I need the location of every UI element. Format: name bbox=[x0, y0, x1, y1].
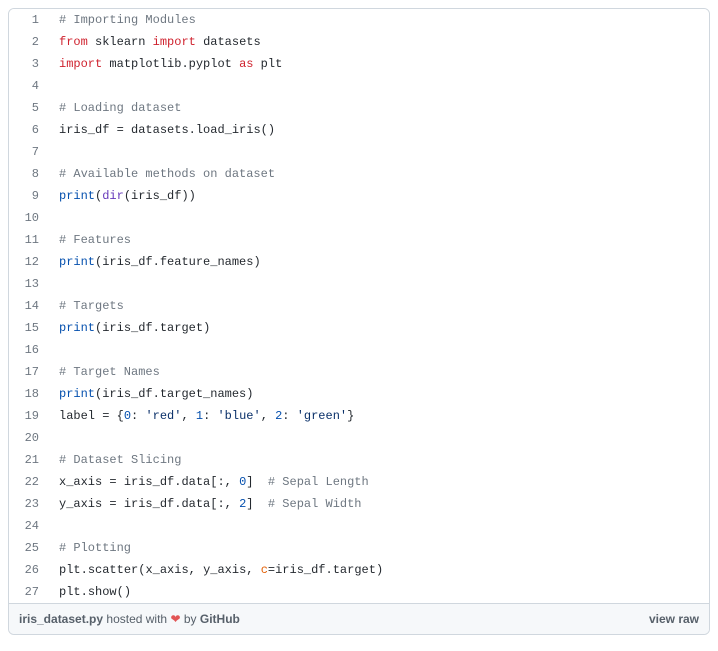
line-number[interactable]: 15 bbox=[9, 317, 49, 339]
line-content bbox=[49, 339, 709, 361]
line-number[interactable]: 12 bbox=[9, 251, 49, 273]
line-number[interactable]: 9 bbox=[9, 185, 49, 207]
line-content: plt.scatter(x_axis, y_axis, c=iris_df.ta… bbox=[49, 559, 709, 581]
line-number[interactable]: 4 bbox=[9, 75, 49, 97]
line-content: # Importing Modules bbox=[49, 9, 709, 31]
hosted-text: hosted with bbox=[106, 612, 170, 626]
line-content bbox=[49, 207, 709, 229]
code-line: 14# Targets bbox=[9, 295, 709, 317]
line-number[interactable]: 24 bbox=[9, 515, 49, 537]
line-number[interactable]: 8 bbox=[9, 163, 49, 185]
line-number[interactable]: 23 bbox=[9, 493, 49, 515]
line-content: # Loading dataset bbox=[49, 97, 709, 119]
view-raw-link[interactable]: view raw bbox=[649, 612, 699, 626]
footer-left: iris_dataset.py hosted with ❤ by GitHub bbox=[19, 612, 240, 626]
code-line: 23y_axis = iris_df.data[:, 2] # Sepal Wi… bbox=[9, 493, 709, 515]
code-line: 22x_axis = iris_df.data[:, 0] # Sepal Le… bbox=[9, 471, 709, 493]
line-content: x_axis = iris_df.data[:, 0] # Sepal Leng… bbox=[49, 471, 709, 493]
line-content: label = {0: 'red', 1: 'blue', 2: 'green'… bbox=[49, 405, 709, 427]
code-line: 18print(iris_df.target_names) bbox=[9, 383, 709, 405]
line-content bbox=[49, 515, 709, 537]
code-line: 21# Dataset Slicing bbox=[9, 449, 709, 471]
line-number[interactable]: 27 bbox=[9, 581, 49, 603]
code-line: 1# Importing Modules bbox=[9, 9, 709, 31]
line-content: # Available methods on dataset bbox=[49, 163, 709, 185]
line-content: import matplotlib.pyplot as plt bbox=[49, 53, 709, 75]
line-content: # Targets bbox=[49, 295, 709, 317]
line-number[interactable]: 10 bbox=[9, 207, 49, 229]
line-number[interactable]: 2 bbox=[9, 31, 49, 53]
line-content: print(dir(iris_df)) bbox=[49, 185, 709, 207]
line-number[interactable]: 26 bbox=[9, 559, 49, 581]
line-number[interactable]: 3 bbox=[9, 53, 49, 75]
line-content bbox=[49, 75, 709, 97]
gist-footer: iris_dataset.py hosted with ❤ by GitHub … bbox=[9, 603, 709, 634]
by-text: by bbox=[184, 612, 200, 626]
line-content: # Target Names bbox=[49, 361, 709, 383]
line-content: plt.show() bbox=[49, 581, 709, 603]
github-link[interactable]: GitHub bbox=[200, 612, 240, 626]
line-number[interactable]: 20 bbox=[9, 427, 49, 449]
line-content: print(iris_df.feature_names) bbox=[49, 251, 709, 273]
code-line: 26plt.scatter(x_axis, y_axis, c=iris_df.… bbox=[9, 559, 709, 581]
line-number[interactable]: 17 bbox=[9, 361, 49, 383]
line-content bbox=[49, 141, 709, 163]
line-content bbox=[49, 273, 709, 295]
line-content: print(iris_df.target_names) bbox=[49, 383, 709, 405]
code-line: 4 bbox=[9, 75, 709, 97]
code-line: 5# Loading dataset bbox=[9, 97, 709, 119]
line-number[interactable]: 19 bbox=[9, 405, 49, 427]
line-number[interactable]: 5 bbox=[9, 97, 49, 119]
line-number[interactable]: 22 bbox=[9, 471, 49, 493]
line-content: # Features bbox=[49, 229, 709, 251]
line-content: from sklearn import datasets bbox=[49, 31, 709, 53]
code-line: 17# Target Names bbox=[9, 361, 709, 383]
line-content bbox=[49, 427, 709, 449]
line-number[interactable]: 25 bbox=[9, 537, 49, 559]
line-number[interactable]: 6 bbox=[9, 119, 49, 141]
code-line: 2from sklearn import datasets bbox=[9, 31, 709, 53]
code-line: 8# Available methods on dataset bbox=[9, 163, 709, 185]
filename-link[interactable]: iris_dataset.py bbox=[19, 612, 103, 626]
code-line: 3import matplotlib.pyplot as plt bbox=[9, 53, 709, 75]
line-content: y_axis = iris_df.data[:, 2] # Sepal Widt… bbox=[49, 493, 709, 515]
line-number[interactable]: 13 bbox=[9, 273, 49, 295]
code-line: 16 bbox=[9, 339, 709, 361]
code-line: 6iris_df = datasets.load_iris() bbox=[9, 119, 709, 141]
code-line: 20 bbox=[9, 427, 709, 449]
line-number[interactable]: 16 bbox=[9, 339, 49, 361]
code-table: 1# Importing Modules2from sklearn import… bbox=[9, 9, 709, 603]
line-number[interactable]: 18 bbox=[9, 383, 49, 405]
line-content: print(iris_df.target) bbox=[49, 317, 709, 339]
code-line: 7 bbox=[9, 141, 709, 163]
line-number[interactable]: 11 bbox=[9, 229, 49, 251]
code-line: 19label = {0: 'red', 1: 'blue', 2: 'gree… bbox=[9, 405, 709, 427]
code-line: 25# Plotting bbox=[9, 537, 709, 559]
gist-container: 1# Importing Modules2from sklearn import… bbox=[8, 8, 710, 635]
code-line: 27plt.show() bbox=[9, 581, 709, 603]
code-line: 15print(iris_df.target) bbox=[9, 317, 709, 339]
line-number[interactable]: 21 bbox=[9, 449, 49, 471]
code-line: 11# Features bbox=[9, 229, 709, 251]
line-content: iris_df = datasets.load_iris() bbox=[49, 119, 709, 141]
code-line: 24 bbox=[9, 515, 709, 537]
line-number[interactable]: 7 bbox=[9, 141, 49, 163]
line-content: # Plotting bbox=[49, 537, 709, 559]
code-line: 12print(iris_df.feature_names) bbox=[9, 251, 709, 273]
line-number[interactable]: 1 bbox=[9, 9, 49, 31]
heart-icon: ❤ bbox=[170, 612, 180, 626]
code-block: 1# Importing Modules2from sklearn import… bbox=[9, 9, 709, 603]
line-content: # Dataset Slicing bbox=[49, 449, 709, 471]
code-line: 9print(dir(iris_df)) bbox=[9, 185, 709, 207]
code-line: 13 bbox=[9, 273, 709, 295]
line-number[interactable]: 14 bbox=[9, 295, 49, 317]
code-line: 10 bbox=[9, 207, 709, 229]
